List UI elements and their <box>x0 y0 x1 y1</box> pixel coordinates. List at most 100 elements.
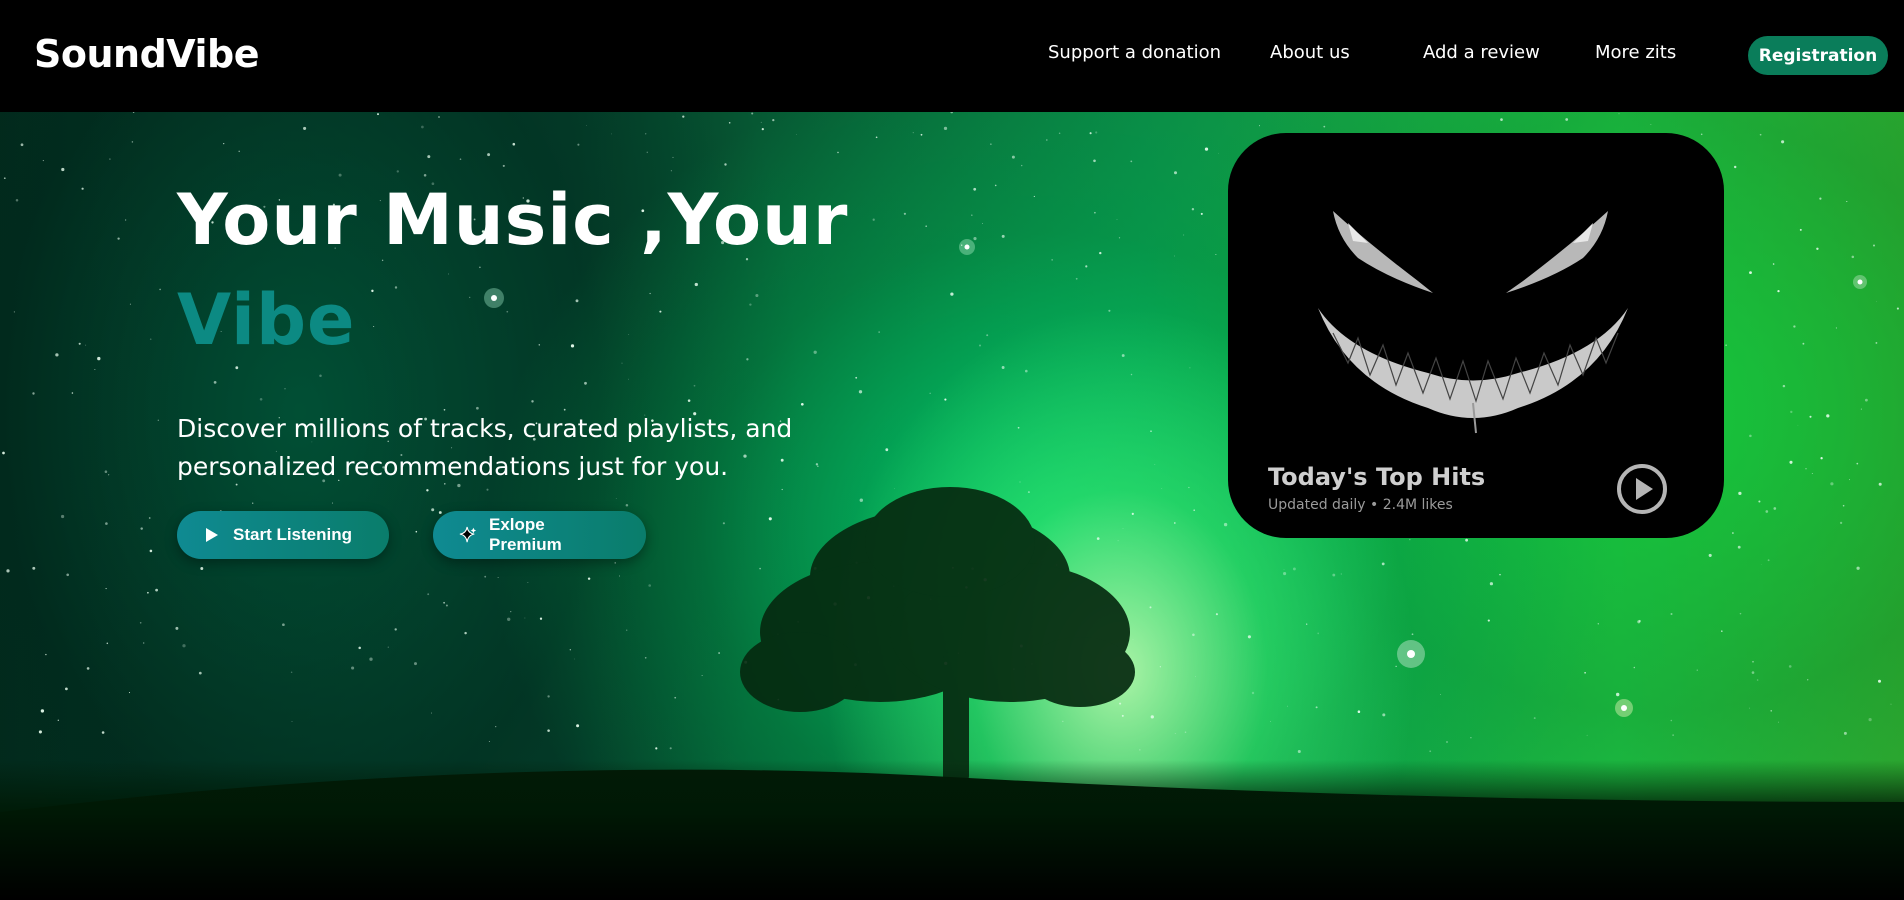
star <box>903 212 907 215</box>
star <box>81 187 84 190</box>
star <box>1872 244 1876 247</box>
nav-link-more-zits[interactable]: More zits <box>1595 42 1676 63</box>
star <box>1195 676 1196 678</box>
star <box>1193 509 1196 512</box>
star <box>1446 741 1448 743</box>
star <box>1033 195 1035 197</box>
star <box>1618 113 1620 115</box>
star <box>1089 132 1092 135</box>
star <box>1191 208 1195 211</box>
star <box>724 163 727 166</box>
star <box>1725 344 1727 346</box>
nav-link-support-donation[interactable]: Support a donation <box>1048 42 1221 63</box>
star <box>1500 118 1503 121</box>
star <box>1633 666 1636 669</box>
star <box>1896 307 1899 310</box>
star <box>1409 538 1411 541</box>
star <box>1099 251 1102 255</box>
star <box>421 125 424 129</box>
star <box>159 288 161 291</box>
star <box>527 582 529 583</box>
star <box>1809 415 1812 418</box>
star <box>1200 212 1203 215</box>
star <box>1130 160 1133 163</box>
hero-description: Discover millions of tracks, curated pla… <box>177 414 793 481</box>
star <box>648 584 652 587</box>
star <box>109 158 111 160</box>
play-circle-icon[interactable] <box>1616 463 1668 519</box>
star <box>387 646 389 648</box>
star <box>284 388 286 390</box>
star <box>1085 265 1088 268</box>
star <box>1721 630 1723 632</box>
star <box>1696 669 1698 671</box>
playlist-card[interactable]: Today's Top Hits Updated daily • 2.4M li… <box>1228 133 1724 538</box>
registration-button[interactable]: Registration <box>1748 36 1888 75</box>
star <box>1487 619 1490 622</box>
star <box>1860 408 1862 410</box>
star <box>502 164 505 167</box>
star <box>875 136 878 139</box>
site-logo[interactable]: SoundVibe <box>34 32 260 76</box>
star <box>1117 540 1119 542</box>
star <box>1878 679 1881 683</box>
star <box>1154 463 1156 465</box>
hero-heading-accent: Vibe <box>177 279 356 361</box>
star <box>358 646 361 650</box>
star <box>78 342 81 345</box>
star <box>431 508 435 512</box>
star <box>524 617 526 619</box>
start-listening-button[interactable]: Start Listening <box>177 511 389 559</box>
star <box>1732 532 1734 534</box>
star <box>131 141 134 143</box>
star <box>772 118 775 122</box>
star <box>1173 171 1178 175</box>
star <box>1094 211 1096 214</box>
star <box>1258 125 1260 127</box>
star <box>855 376 858 379</box>
top-navigation-bar: SoundVibe Support a donation About us Ad… <box>0 0 1904 112</box>
playlist-subtitle: Updated daily • 2.4M likes <box>1268 497 1453 513</box>
star <box>646 151 649 154</box>
star <box>761 127 764 131</box>
star <box>55 353 59 357</box>
star <box>1856 462 1859 465</box>
explore-premium-label: Exlope Premium <box>489 515 562 554</box>
star <box>768 517 772 521</box>
star <box>1616 692 1620 697</box>
star <box>1183 234 1185 236</box>
star <box>1826 414 1830 418</box>
star <box>139 622 142 624</box>
star <box>929 392 931 394</box>
star <box>32 392 35 395</box>
star <box>1758 500 1761 503</box>
star <box>1025 369 1028 373</box>
star <box>1782 384 1786 388</box>
star <box>1121 714 1124 717</box>
star <box>40 709 45 713</box>
explore-premium-button[interactable]: Exlope Premium <box>433 511 646 559</box>
hero-heading: Your Music ,Your Vibe <box>177 170 848 370</box>
star <box>427 593 430 596</box>
star <box>1173 522 1176 524</box>
star <box>512 142 516 146</box>
star <box>105 588 107 590</box>
star <box>1807 679 1809 681</box>
star <box>1174 255 1176 257</box>
star <box>1204 147 1209 151</box>
star <box>687 399 691 402</box>
star <box>979 344 981 347</box>
star <box>990 143 992 145</box>
nav-link-add-review[interactable]: Add a review <box>1423 42 1540 63</box>
star <box>1270 721 1271 722</box>
star <box>837 151 839 154</box>
star <box>1315 706 1318 709</box>
star <box>182 644 186 648</box>
star <box>1749 271 1752 275</box>
star <box>547 729 550 732</box>
star <box>484 575 487 578</box>
star <box>175 626 179 630</box>
star <box>223 142 225 145</box>
star <box>1118 237 1121 239</box>
nav-link-about-us[interactable]: About us <box>1270 42 1350 63</box>
